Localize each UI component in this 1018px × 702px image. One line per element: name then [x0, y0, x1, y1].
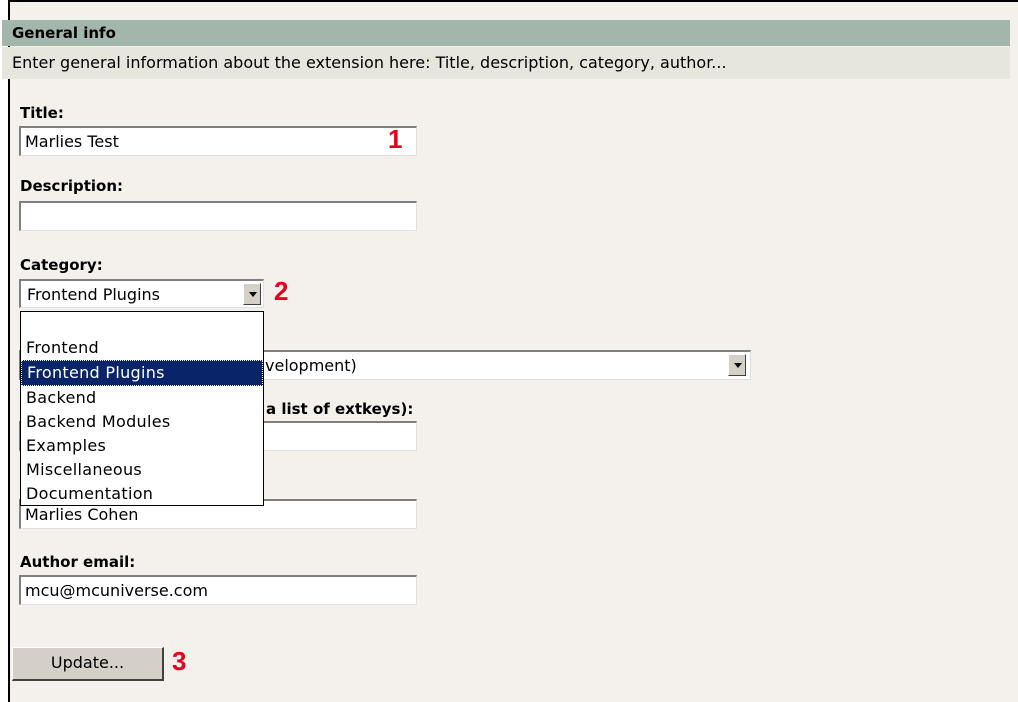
title-input[interactable]: Marlies Test — [19, 126, 417, 156]
dropdown-option[interactable]: Examples — [21, 434, 263, 458]
chevron-down-icon[interactable] — [728, 354, 746, 376]
dropdown-option-selected[interactable]: Frontend Plugins — [21, 360, 263, 386]
callout-3: 3 — [172, 646, 187, 676]
category-selected-value: Frontend Plugins — [27, 285, 161, 304]
dropdown-option[interactable]: Miscellaneous — [21, 458, 263, 482]
dropdown-option[interactable]: Frontend — [21, 336, 263, 360]
title-label: Title: — [20, 104, 64, 122]
intro-text: Enter general information about the exte… — [2, 47, 1010, 79]
author-email-input[interactable]: mcu@mcuniverse.com — [19, 575, 417, 605]
author-email-label: Author email: — [20, 553, 136, 571]
update-button[interactable]: Update... — [12, 647, 164, 681]
callout-1: 1 — [388, 124, 403, 154]
callout-2: 2 — [274, 276, 289, 306]
description-input[interactable] — [19, 201, 417, 231]
category-select[interactable]: Frontend Plugins — [19, 279, 264, 308]
category-dropdown-list: Frontend Frontend Plugins Backend Backen… — [20, 311, 264, 506]
chevron-down-icon[interactable] — [243, 283, 261, 305]
dependencies-label: a list of extkeys): — [266, 400, 414, 418]
category-label: Category: — [20, 256, 103, 274]
state-selected-value: velopment) — [265, 356, 357, 375]
section-header: General info — [2, 20, 1010, 46]
description-label: Description: — [20, 177, 124, 195]
dropdown-option[interactable]: Documentation — [21, 482, 263, 506]
dropdown-option[interactable]: Backend Modules — [21, 410, 263, 434]
dropdown-option[interactable]: Backend — [21, 386, 263, 410]
dropdown-option[interactable] — [21, 312, 263, 336]
